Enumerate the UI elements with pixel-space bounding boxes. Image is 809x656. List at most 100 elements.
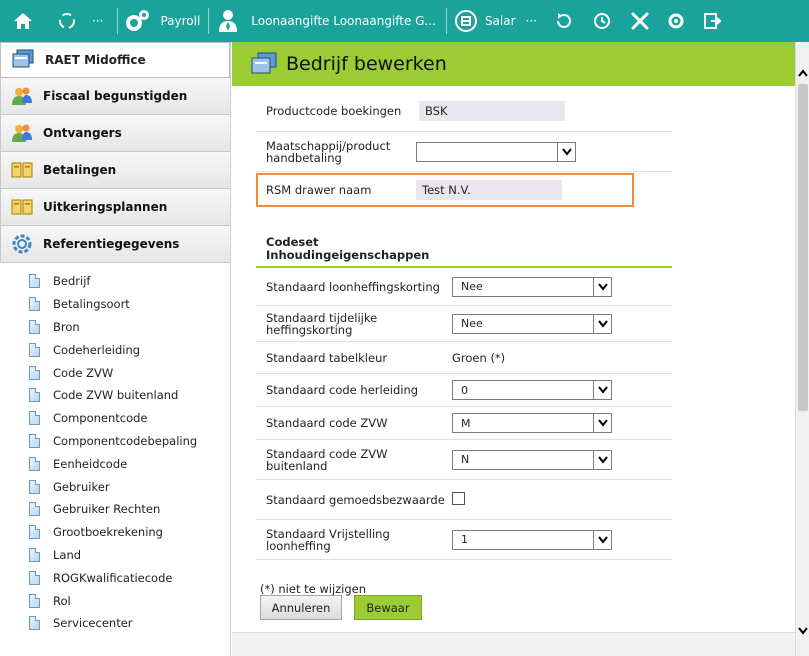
vrijstelling-select[interactable]: 1 [452,529,612,550]
save-button[interactable]: Bewaar [354,595,422,620]
maatschappij-label: Maatschappij/product handbetaling [266,138,391,165]
chevron-down-icon [557,143,575,161]
herleiding-label: Standaard code herleiding [266,383,419,397]
zvw-row: Standaard code ZVW M [256,407,672,440]
main-panel: Bedrijf bewerken Productcode boekingen B… [232,42,795,656]
vrijstelling-row: Standaard Vrijstelling loonheffing 1 [256,520,672,560]
document-icon [29,616,40,631]
document-icon [29,342,40,357]
list-item[interactable]: Rol [0,589,230,612]
list-item[interactable]: Servicecenter [0,612,230,635]
tools-icon [627,8,653,34]
zvw-select[interactable]: M [452,413,612,433]
scrollbar-thumb[interactable] [798,84,808,411]
document-icon [29,479,40,494]
vrijstelling-label: Standaard Vrijstelling loonheffing [266,526,390,553]
sidebar-group-label: Referentiegegevens [43,237,180,251]
sidebar-group-referentiegegevens[interactable]: Referentiegegevens [0,226,230,263]
settings-button[interactable] [663,0,689,42]
readonly-note: (*) niet te wijzigen [260,582,367,596]
document-icon [29,297,40,312]
list-item[interactable]: Bedrijf [0,270,230,293]
chevron-down-icon [593,530,611,549]
document-icon [29,593,40,608]
people-icon [11,122,33,144]
loonheffingskorting-select[interactable]: Nee [452,276,612,297]
zvw-buitenland-label: Standaard code ZVW buitenland [266,446,388,473]
home-icon [10,8,36,34]
document-icon [29,433,40,448]
rsm-highlight-box [256,173,634,207]
list-item[interactable]: Componentcodebepaling [0,430,230,453]
tools-button[interactable] [627,0,653,42]
tab-salar[interactable]: Salar [453,0,516,42]
home-button[interactable] [10,0,36,42]
more-menu-button[interactable]: ··· [92,0,103,42]
sidebar: RAET Midoffice Fiscaal begunstigden Ontv… [0,42,231,656]
herleiding-row: Standaard code herleiding 0 [256,374,672,407]
section-title: Codeset Inhoudingeigenschappen [266,235,430,262]
sidebar-group-label: Fiscaal begunstigden [43,89,188,103]
chevron-down-icon [593,277,611,296]
document-icon [29,456,40,471]
sidebar-group-label: Betalingen [43,163,117,177]
list-item[interactable]: Code ZVW buitenland [0,384,230,407]
page-header: Bedrijf bewerken [232,42,795,86]
toolbar-divider [445,8,447,34]
list-item[interactable]: Code ZVW [0,361,230,384]
list-item[interactable]: Gebruiker [0,475,230,498]
list-item[interactable]: Grootboekrekening [0,521,230,544]
document-icon [29,525,40,540]
list-item[interactable]: Betalingsoort [0,293,230,316]
document-icon [29,502,40,517]
people-icon [11,85,33,107]
gemoedsbezwaarde-checkbox[interactable] [452,491,465,505]
tab-payroll[interactable]: Payroll [124,0,200,42]
toolbar-divider [117,8,119,34]
refresh-icon [551,8,577,34]
list-item[interactable]: Bron [0,316,230,339]
toolbar-divider [208,8,210,34]
logout-icon [699,8,725,34]
loading-button[interactable] [54,0,80,42]
chevron-down-icon [593,450,611,469]
sidebar-group-uitkeringsplannen[interactable]: Uitkeringsplannen [0,189,230,226]
more-tabs-dots: ··· [525,14,537,28]
sidebar-group-ontvangers[interactable]: Ontvangers [0,115,230,152]
tab-salar-label: Salar [484,14,516,28]
spinner-icon [54,8,80,34]
history-button[interactable] [589,0,615,42]
sidebar-group-fiscaal-begunstigden[interactable]: Fiscaal begunstigden [0,78,230,115]
refresh-button[interactable] [551,0,577,42]
maatschappij-select[interactable] [416,142,576,162]
tab-loonaangifte-label: Loonaangifte Loonaangifte G... [251,14,436,28]
list-item[interactable]: Componentcode [0,407,230,430]
gear-icon [663,8,689,34]
more-dots: ··· [92,14,104,28]
list-item[interactable]: Gebruiker Rechten [0,498,230,521]
more-tabs-button[interactable]: ··· [526,0,537,42]
zvw-label: Standaard code ZVW [266,416,388,430]
tab-loonaangifte[interactable]: Loonaangifte Loonaangifte G... [215,0,436,42]
chevron-up-icon[interactable] [798,66,808,80]
list-item[interactable]: Land [0,544,230,567]
logout-button[interactable] [699,0,725,42]
chevron-down-icon[interactable] [798,624,808,638]
referentiegegevens-list: Bedrijf Betalingsoort Bron Codeherleidin… [0,263,230,635]
herleiding-select[interactable]: 0 [452,380,612,400]
sidebar-header[interactable]: RAET Midoffice [0,42,230,78]
list-item[interactable]: Codeherleiding [0,338,230,361]
list-item[interactable]: Eenheidcode [0,452,230,475]
tijdelijke-select[interactable]: Nee [452,313,612,334]
sidebar-group-betalingen[interactable]: Betalingen [0,152,230,189]
list-item[interactable]: ROGKwalificatiecode [0,566,230,589]
document-icon [29,388,40,403]
document-icon [29,365,40,380]
book-icon [11,196,33,218]
loonheffingskorting-label: Standaard loonheffingskorting [266,279,440,294]
loonheffingskorting-row: Standaard loonheffingskorting Nee [256,268,672,306]
main-scrollbar[interactable] [795,42,809,656]
page-title: Bedrijf bewerken [286,53,447,75]
zvw-buitenland-select[interactable]: N [452,449,612,470]
cancel-button[interactable]: Annuleren [260,595,342,620]
